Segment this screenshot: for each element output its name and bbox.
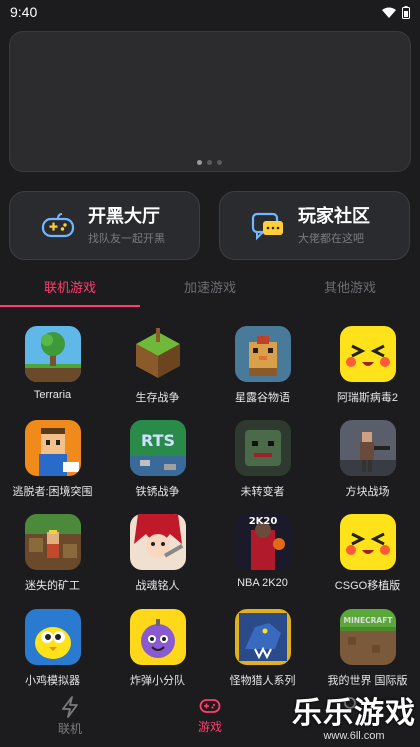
game-item[interactable]: 生存战争	[105, 326, 210, 405]
game-name: 怪物猎人系列	[229, 675, 296, 687]
game-name: 未转变者	[240, 486, 285, 498]
tab-online-games[interactable]: 联机游戏	[0, 272, 140, 308]
game-item[interactable]: CSGO移植版	[315, 514, 420, 593]
block-battlefield-icon	[339, 420, 396, 476]
nav-label: 游戏	[197, 720, 222, 734]
csgo-icon	[339, 514, 396, 570]
wifi-icon	[382, 7, 396, 18]
lightning-icon	[62, 696, 78, 718]
game-item[interactable]: 未转变者	[210, 420, 315, 499]
game-item[interactable]: 迷失的矿工	[0, 514, 105, 593]
ares-virus-icon	[339, 326, 396, 382]
carousel-dot	[207, 160, 212, 165]
nba2k20-icon: 2K20	[234, 514, 291, 570]
lobby-card[interactable]: 开黑大厅 找队友一起开黑	[9, 191, 200, 260]
game-item[interactable]: 星露谷物语	[210, 326, 315, 405]
status-time: 9:40	[10, 4, 38, 20]
minecraft-icon: MINECRAFT	[339, 609, 396, 665]
community-title: 玩家社区	[298, 206, 370, 226]
svg-text:MINECRAFT: MINECRAFT	[343, 616, 393, 625]
tab-accelerated-games[interactable]: 加速游戏	[140, 272, 280, 308]
community-card[interactable]: 玩家社区 大佬都在这吧	[219, 191, 410, 260]
gamepad-icon	[40, 208, 76, 244]
watermark-url: www.6ll.com	[323, 730, 385, 742]
game-name: 炸弹小分队	[130, 675, 185, 687]
lobby-title: 开黑大厅	[88, 206, 160, 226]
game-name: CSGO移植版	[334, 580, 401, 592]
banner-carousel[interactable]	[9, 31, 411, 172]
rusted-warfare-icon: RTS	[129, 420, 186, 476]
game-item[interactable]: RTS 铁锈战争	[105, 420, 210, 499]
game-item[interactable]: 战魂铭人	[105, 514, 210, 593]
status-icons	[382, 5, 410, 19]
game-item[interactable]: 逃脱者:困境突围	[0, 420, 105, 499]
game-name: Terraria	[33, 389, 72, 401]
battery-icon	[402, 5, 410, 19]
escapists-icon	[24, 420, 81, 476]
unturned-icon	[234, 420, 291, 476]
watermark-title: 乐乐游戏	[292, 697, 416, 730]
game-category-tabs: 联机游戏 加速游戏 其他游戏	[0, 272, 420, 308]
svg-text:2K20: 2K20	[248, 516, 277, 527]
game-name: 迷失的矿工	[25, 580, 80, 592]
game-name: 小鸡模拟器	[25, 675, 80, 687]
game-item[interactable]: 小鸡模拟器	[0, 609, 105, 688]
game-name: 逃脱者:困境突围	[12, 486, 93, 498]
game-name: 星露谷物语	[235, 392, 290, 404]
carousel-indicator	[197, 160, 222, 165]
lobby-subtitle: 找队友一起开黑	[88, 233, 165, 245]
game-item[interactable]: MINECRAFT 我的世界 国际版	[315, 609, 420, 688]
carousel-dot	[217, 160, 222, 165]
tab-other-games[interactable]: 其他游戏	[280, 272, 420, 308]
game-name: 铁锈战争	[135, 486, 180, 498]
svg-text:RTS: RTS	[140, 431, 174, 450]
community-subtitle: 大佬都在这吧	[298, 233, 364, 245]
game-item[interactable]: 2K20 NBA 2K20	[210, 514, 315, 589]
watermark: 乐乐游戏 www.6ll.com	[292, 697, 416, 743]
game-item[interactable]: Terraria	[0, 326, 105, 401]
game-name: 我的世界 国际版	[327, 675, 408, 687]
game-name: 战魂铭人	[135, 580, 180, 592]
game-item[interactable]: 阿瑞斯病毒2	[315, 326, 420, 405]
game-name: NBA 2K20	[237, 577, 288, 589]
bomb-squad-icon	[129, 609, 186, 665]
game-item[interactable]: 怪物猎人系列	[210, 609, 315, 688]
lost-miner-icon	[24, 514, 81, 570]
nav-games[interactable]: 游戏	[140, 690, 280, 747]
nav-label: 联机	[57, 722, 82, 736]
game-item[interactable]: 炸弹小分队	[105, 609, 210, 688]
terraria-icon	[24, 326, 81, 382]
game-name: 生存战争	[135, 392, 180, 404]
game-name: 方块战场	[345, 486, 390, 498]
survivalcraft-icon	[129, 326, 186, 382]
status-bar: 9:40	[0, 0, 420, 24]
game-name: 阿瑞斯病毒2	[336, 392, 399, 404]
monster-hunter-icon	[234, 609, 291, 665]
chicken-emulator-icon	[24, 609, 81, 665]
carousel-dot	[197, 160, 202, 165]
soul-knight-icon	[129, 514, 186, 570]
nav-online[interactable]: 联机	[0, 690, 140, 747]
game-item[interactable]: 方块战场	[315, 420, 420, 499]
stardew-icon	[234, 326, 291, 382]
chat-icon	[250, 208, 286, 244]
gamepad-icon	[199, 699, 221, 713]
